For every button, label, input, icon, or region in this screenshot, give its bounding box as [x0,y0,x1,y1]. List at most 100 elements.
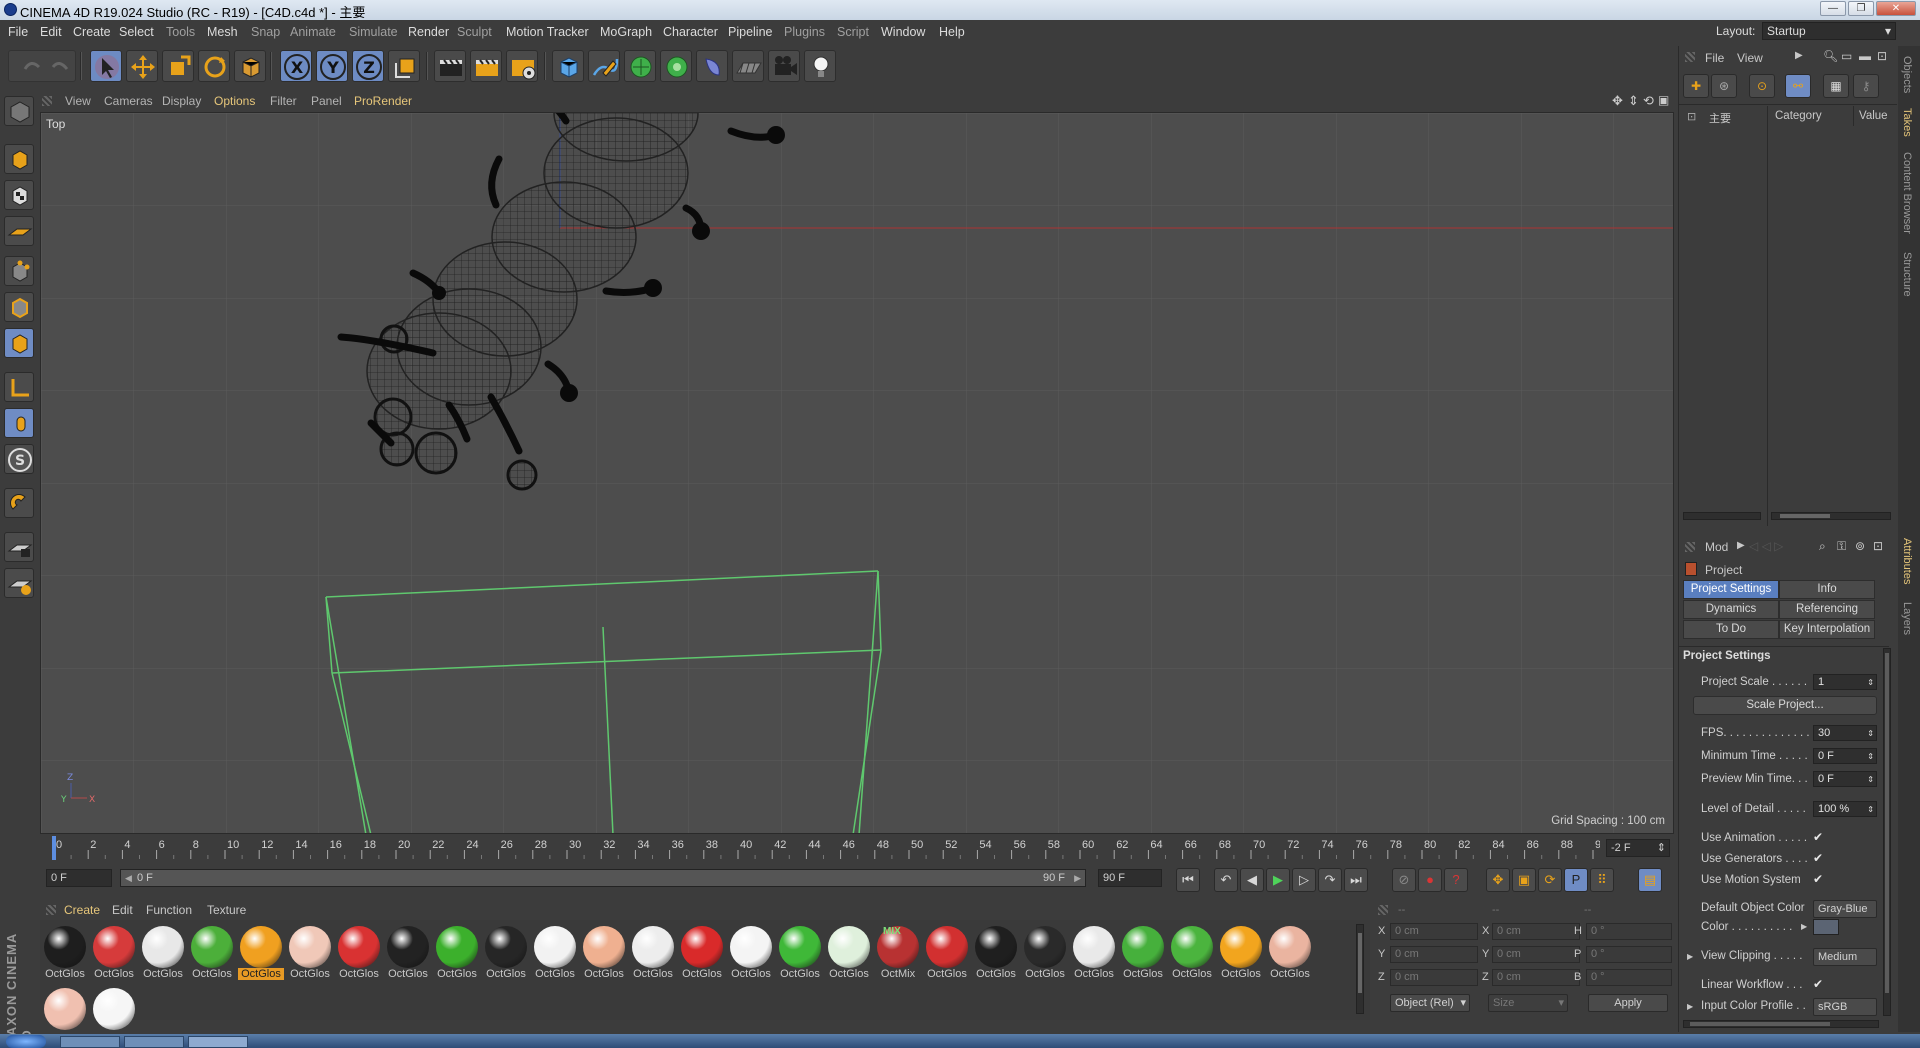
rotate-tool-button[interactable] [198,50,230,82]
menu-animate[interactable]: Animate [290,25,336,39]
viewport-rotate-icon[interactable]: ⟲ [1643,93,1654,109]
timeline-ruler[interactable]: 0 2 4 6 8 10 12 14 16 18 20 22 24 26 28 30 32 34 36 38 40 42 4… [40,836,1676,860]
render-settings-button[interactable] [506,50,538,82]
axis-mode-button[interactable] [4,372,34,402]
override-take-icon[interactable]: ⊛ [1711,74,1737,98]
edges-mode-button[interactable] [4,292,34,322]
material-swatch[interactable]: OctGlos [336,924,382,982]
live-selection-button[interactable] [234,50,266,82]
search-icon[interactable]: ⌕ [1819,539,1826,554]
use-generators-checkbox[interactable]: ✔ [1813,851,1823,865]
material-swatch[interactable]: OctGlos [924,924,970,982]
menu-pipeline[interactable]: Pipeline [728,25,772,39]
preview-min-time-field[interactable]: 0 F ⇕ [1813,771,1877,787]
solo-button[interactable]: S [4,444,34,474]
viewport-menu-display[interactable]: Display [162,94,201,108]
taskbar-item[interactable] [60,1036,120,1048]
panel-grip-icon[interactable] [1378,905,1388,915]
lock-take-icon[interactable]: ⚷ [1853,74,1879,98]
side-tab-takes[interactable]: Takes [1901,108,1913,137]
end-frame-field[interactable]: 90 F [1098,869,1162,887]
menu-mograph[interactable]: MoGraph [600,25,652,39]
menu-snap[interactable]: Snap [251,25,280,39]
takes-menu-file[interactable]: File [1705,51,1724,65]
viewport-menu-options[interactable]: Options [214,94,255,108]
render-view-button[interactable] [434,50,466,82]
timeline-window-button[interactable]: ▤ [1638,868,1662,892]
minimize-button[interactable]: — [1820,1,1846,16]
attributes-mode-menu[interactable]: Mod [1705,540,1728,554]
material-swatch[interactable]: OctGlos [532,924,578,982]
deformer-button[interactable] [696,50,728,82]
tab-project-settings[interactable]: Project Settings [1683,580,1779,599]
taskbar-item[interactable] [124,1036,184,1048]
viewport-menu-panel[interactable]: Panel [311,94,342,108]
timeline-ticks[interactable]: 0 2 4 6 8 10 12 14 16 18 20 22 24 26 28 30 32 34 36 38 40 42 4… [40,836,1600,860]
material-swatch[interactable]: OctGlos [483,924,529,982]
new-attributes-window-icon[interactable]: ⊡ [1873,539,1883,553]
menu-plugins[interactable]: Plugins [784,25,825,39]
cloner-button[interactable] [660,50,692,82]
render-to-picture-viewer-button[interactable] [470,50,502,82]
maximize-button[interactable]: ❐ [1848,1,1874,16]
material-swatch[interactable]: OctGlos [1218,924,1264,982]
move-tool-button[interactable] [126,50,158,82]
menu-character[interactable]: Character [663,25,718,39]
project-scale-field[interactable]: 1 ⇕ [1813,674,1877,690]
x-axis-lock-button[interactable]: X [280,50,312,82]
input-color-profile-dropdown[interactable]: sRGB [1813,998,1877,1016]
points-mode-button[interactable] [4,256,34,286]
expand-icon[interactable]: ⊡ [1687,110,1696,123]
rotation-h-field[interactable]: 0 ° [1586,923,1672,940]
new-window-icon[interactable]: ▬ [1859,49,1871,63]
viewport-canvas[interactable]: Z Y X [41,113,1674,834]
close-button[interactable]: ✕ [1876,1,1916,16]
record-rotation-button[interactable]: ⟳ [1538,868,1562,892]
side-tab-layers[interactable]: Layers [1901,602,1913,635]
viewport-top[interactable]: Z Y X Top Grid Spacing : 100 cm [40,112,1674,834]
scale-project-button[interactable]: Scale Project... [1693,696,1877,715]
layout-dropdown[interactable]: Startup ▾ [1762,22,1896,40]
material-swatch[interactable]: OctGlos [777,924,823,982]
takes-values-scrollbar[interactable] [1771,512,1891,520]
main-take-label[interactable]: 主要 [1709,110,1731,126]
material-swatch[interactable]: OctGlos [1071,924,1117,982]
expand-arrow-icon[interactable]: ▶ [1687,952,1693,961]
panel-grip-icon[interactable] [46,905,56,915]
start-frame-field[interactable]: 0 F [46,869,112,887]
material-swatch[interactable]: OctGlos [385,924,431,982]
undo-redo-buttons[interactable] [8,50,76,82]
tweak-mode-button[interactable] [4,408,34,438]
menu-render[interactable]: Render [408,25,449,39]
level-of-detail-field[interactable]: 100 % ⇕ [1813,801,1877,817]
tab-info[interactable]: Info [1779,580,1875,599]
subdivision-surface-button[interactable] [624,50,656,82]
preview-range-slider[interactable]: ◀ 0 F 90 F ▶ [120,869,1086,887]
keyframe-selection-button[interactable]: ? [1444,868,1468,892]
coordinate-mode-dropdown[interactable]: Object (Rel) ▾ [1390,994,1470,1012]
rotation-b-field[interactable]: 0 ° [1586,969,1672,986]
tab-dynamics[interactable]: Dynamics [1683,600,1779,619]
material-swatch[interactable]: OctGlos [434,924,480,982]
tab-to-do[interactable]: To Do [1683,620,1779,639]
previous-frame-button[interactable]: ◀ [1240,868,1264,892]
size-mode-dropdown[interactable]: Size ▾ [1488,994,1568,1012]
planar-workplane-button[interactable] [4,568,34,598]
menu-create[interactable]: Create [73,25,111,39]
attributes-scrollbar[interactable] [1883,648,1891,1016]
node-mode-icon[interactable]: ⚯ [1785,74,1811,98]
camera-button[interactable] [768,50,800,82]
viewport-menu-cameras[interactable]: Cameras [104,94,153,108]
viewport-menu-prorender[interactable]: ProRender [354,94,412,108]
record-parameter-button[interactable]: P [1564,868,1588,892]
viewport-maximize-icon[interactable]: ▣ [1658,93,1669,107]
material-swatch[interactable]: OctGlos [728,924,774,982]
rotation-p-field[interactable]: 0 ° [1586,946,1672,963]
panel-grip-icon[interactable] [1685,52,1695,62]
attributes-h-scrollbar[interactable] [1683,1020,1879,1028]
lock-workplane-button[interactable] [4,532,34,562]
model-mode-button[interactable] [4,144,34,174]
size-z-field[interactable]: 0 cm [1492,969,1580,986]
menu-edit[interactable]: Edit [40,25,62,39]
position-z-field[interactable]: 0 cm [1390,969,1478,986]
